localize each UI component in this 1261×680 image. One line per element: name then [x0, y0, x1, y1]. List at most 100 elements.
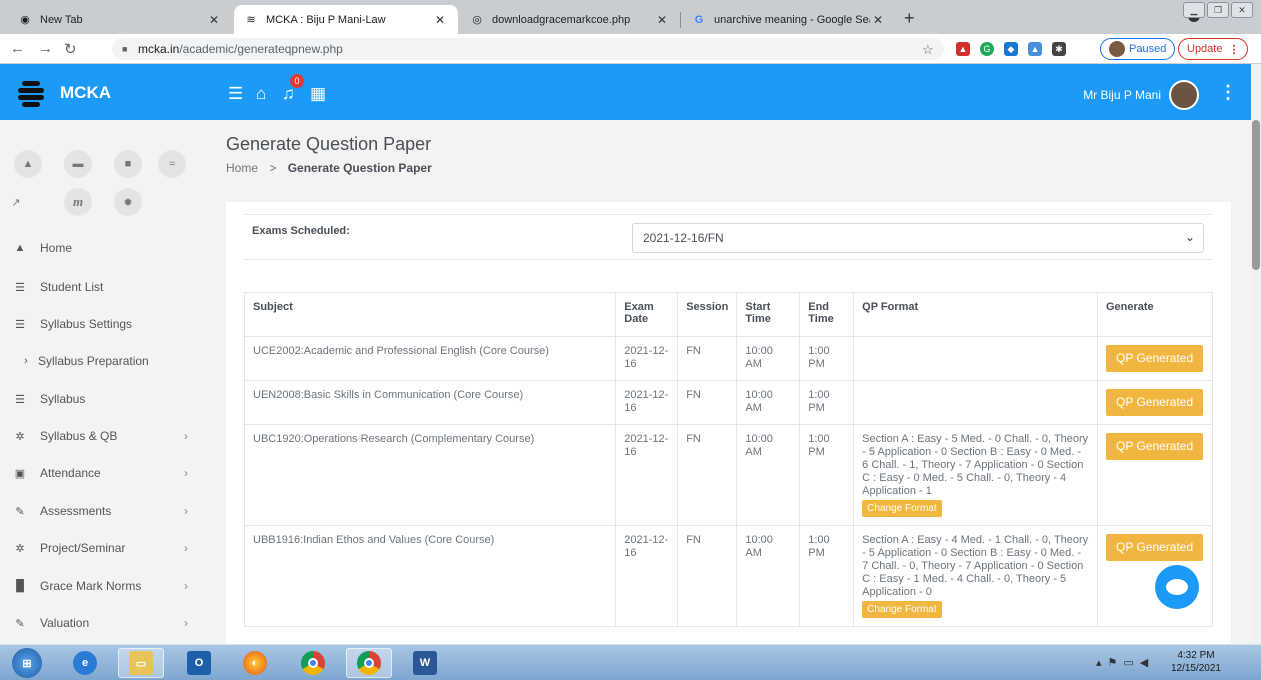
handshake-icon[interactable]: ≈	[158, 150, 186, 178]
close-tab-icon[interactable]: ✕	[432, 13, 448, 27]
profile-avatar	[1109, 41, 1125, 57]
sidebar-item-grace-mark-norms[interactable]: █ Grace Mark Norms ›	[14, 579, 194, 593]
moodle-icon[interactable]: m	[64, 188, 92, 216]
back-arrow-icon[interactable]: ←	[10, 40, 25, 57]
sidebar-item-label: Project/Seminar	[40, 541, 126, 555]
user-menu[interactable]: Mr Biju P Mani	[1083, 80, 1199, 110]
tab-google-search[interactable]: G unarchive meaning - Google Sea ✕	[682, 5, 896, 34]
taskbar-firefox[interactable]: ◐	[232, 648, 278, 678]
column-header: QP Format	[853, 292, 1098, 337]
scrollbar-thumb[interactable]	[1252, 120, 1260, 270]
more-options-icon[interactable]: ⋮	[1219, 82, 1237, 103]
bookmark-star-icon[interactable]: ☆	[922, 42, 934, 58]
sidebar-item-home[interactable]: ▲ Home	[14, 241, 194, 255]
sidebar-item-syllabus-qb[interactable]: ✲ Syllabus & QB ›	[14, 429, 194, 443]
browser-toolbar: ← → ↻ ■ mcka.in/academic/generateqpnew.p…	[0, 34, 1261, 64]
mcka-favicon-icon: ≋	[246, 14, 256, 26]
chrome-icon	[301, 651, 325, 675]
sidebar-item-syllabus-preparation[interactable]: › Syllabus Preparation	[20, 354, 200, 368]
sidebar-item-syllabus-settings[interactable]: ☰ Syllabus Settings	[14, 317, 194, 331]
taskbar-word[interactable]: W	[402, 648, 448, 678]
close-window-button[interactable]: ✕	[1231, 2, 1253, 18]
chat-bubble-button[interactable]	[1155, 565, 1199, 609]
tab-mcka[interactable]: ≋ MCKA : Biju P Mani-Law ✕	[234, 5, 458, 34]
breadcrumb-current: Generate Question Paper	[287, 161, 432, 175]
generate-cell: QP Generated	[1096, 336, 1214, 381]
sidebar-item-label: Syllabus & QB	[40, 429, 118, 443]
date-cell: 2021-12-16	[615, 336, 679, 381]
qp-generated-button[interactable]: QP Generated	[1105, 389, 1204, 416]
maximize-button[interactable]: ❐	[1207, 2, 1229, 18]
close-tab-icon[interactable]: ✕	[206, 13, 222, 27]
tab-downloadgracemark[interactable]: ◎ downloadgracemarkcoe.php ✕	[460, 5, 680, 34]
qp-generated-button[interactable]: QP Generated	[1105, 534, 1204, 561]
exam-select[interactable]: 2021-12-16/FN ⌄	[632, 223, 1204, 253]
brand[interactable]: MCKA	[16, 78, 111, 108]
drive-icon[interactable]: ▲	[1028, 42, 1042, 56]
start-button[interactable]: ⊞	[4, 648, 50, 678]
id-card-icon[interactable]: ▬	[64, 150, 92, 178]
minimize-button[interactable]: ▁	[1183, 2, 1205, 18]
change-format-button[interactable]: Change Format	[862, 500, 942, 517]
clock-date: 12/15/2021	[1170, 663, 1221, 674]
graduation-icon[interactable]: ◆	[1004, 42, 1018, 56]
sidebar-item-student-list[interactable]: ☰ Student List	[14, 280, 194, 294]
lock-shortcut-icon[interactable]: ■	[114, 150, 142, 178]
close-tab-icon[interactable]: ✕	[654, 13, 670, 27]
system-tray-icons[interactable]: ▴⚑▭◀	[1096, 656, 1154, 669]
chrome-profile-icon	[357, 651, 381, 675]
grid-apps-icon[interactable]: ▦	[310, 84, 326, 104]
profile-paused-button[interactable]: Paused	[1100, 38, 1176, 60]
start-cell: 10:00 AM	[736, 525, 801, 627]
grammarly-icon[interactable]: G	[980, 42, 994, 56]
taskbar-chrome-profile[interactable]	[346, 648, 392, 678]
qp-generated-button[interactable]: QP Generated	[1105, 345, 1204, 372]
tab-new-tab[interactable]: ◉ New Tab ✕	[8, 5, 232, 34]
home-shortcut-icon[interactable]: ▲	[14, 150, 42, 178]
breadcrumb-separator: >	[269, 161, 277, 175]
taskbar-explorer[interactable]: ▭	[118, 648, 164, 678]
menu-toggle-icon[interactable]: ☰	[228, 84, 243, 104]
word-icon: W	[413, 651, 437, 675]
chrome-icon: ◉	[20, 14, 30, 26]
taskbar-chrome[interactable]	[290, 648, 336, 678]
home-icon[interactable]: ⌂	[256, 84, 266, 104]
user-name: Mr Biju P Mani	[1083, 88, 1161, 102]
forward-arrow-icon[interactable]: →	[38, 40, 53, 57]
settings-gear-icon[interactable]: ✹	[114, 188, 142, 216]
outlook-icon: O	[187, 651, 211, 675]
table-row: UBB1916:Indian Ethos and Values (Core Co…	[243, 525, 1214, 627]
qp-generated-button[interactable]: QP Generated	[1105, 433, 1204, 460]
chevron-down-icon: ⌄	[1184, 230, 1195, 244]
table-header-row: Subject Exam Date Session Start Time End…	[243, 292, 1214, 337]
puzzle-icon[interactable]: ✱	[1052, 42, 1066, 56]
clock[interactable]: 4:32 PM 12/15/2021	[1171, 649, 1221, 675]
session-cell: FN	[677, 336, 738, 381]
reload-icon[interactable]: ↻	[64, 40, 77, 58]
taskbar-ie[interactable]: e	[62, 648, 108, 678]
new-tab-button[interactable]: +	[904, 8, 915, 29]
table-row: UBC1920:Operations Research (Complementa…	[243, 424, 1214, 526]
format-cell: Section A : Easy - 5 Med. - 0 Chall. - 0…	[853, 424, 1098, 526]
sidebar-item-syllabus[interactable]: ☰ Syllabus	[14, 392, 194, 406]
address-bar[interactable]: ■ mcka.in/academic/generateqpnew.php	[112, 38, 944, 60]
sidebar-item-valuation[interactable]: ✎ Valuation ›	[14, 616, 194, 630]
update-button[interactable]: Update ⋮	[1178, 38, 1249, 60]
sidebar-item-project-seminar[interactable]: ✲ Project/Seminar ›	[14, 541, 194, 555]
calendar-icon: ▣	[14, 467, 26, 480]
extension-icon[interactable]: ▲	[956, 42, 970, 56]
globe-icon: ◎	[472, 14, 482, 26]
external-link-icon[interactable]: ↗	[2, 188, 30, 216]
sidebar-item-attendance[interactable]: ▣ Attendance ›	[14, 466, 194, 480]
url-path: /academic/generateqpnew.php	[179, 42, 343, 56]
breadcrumb-home[interactable]: Home	[226, 161, 258, 175]
date-cell: 2021-12-16	[615, 525, 679, 627]
tab-separator	[680, 12, 681, 28]
close-tab-icon[interactable]: ✕	[870, 13, 886, 27]
change-format-button[interactable]: Change Format	[862, 601, 942, 618]
taskbar-outlook[interactable]: O	[176, 648, 222, 678]
menu-kebab-icon: ⋮	[1228, 43, 1240, 56]
chevron-right-icon: ›	[184, 504, 188, 518]
session-cell: FN	[677, 525, 738, 627]
sidebar-item-assessments[interactable]: ✎ Assessments ›	[14, 504, 194, 518]
